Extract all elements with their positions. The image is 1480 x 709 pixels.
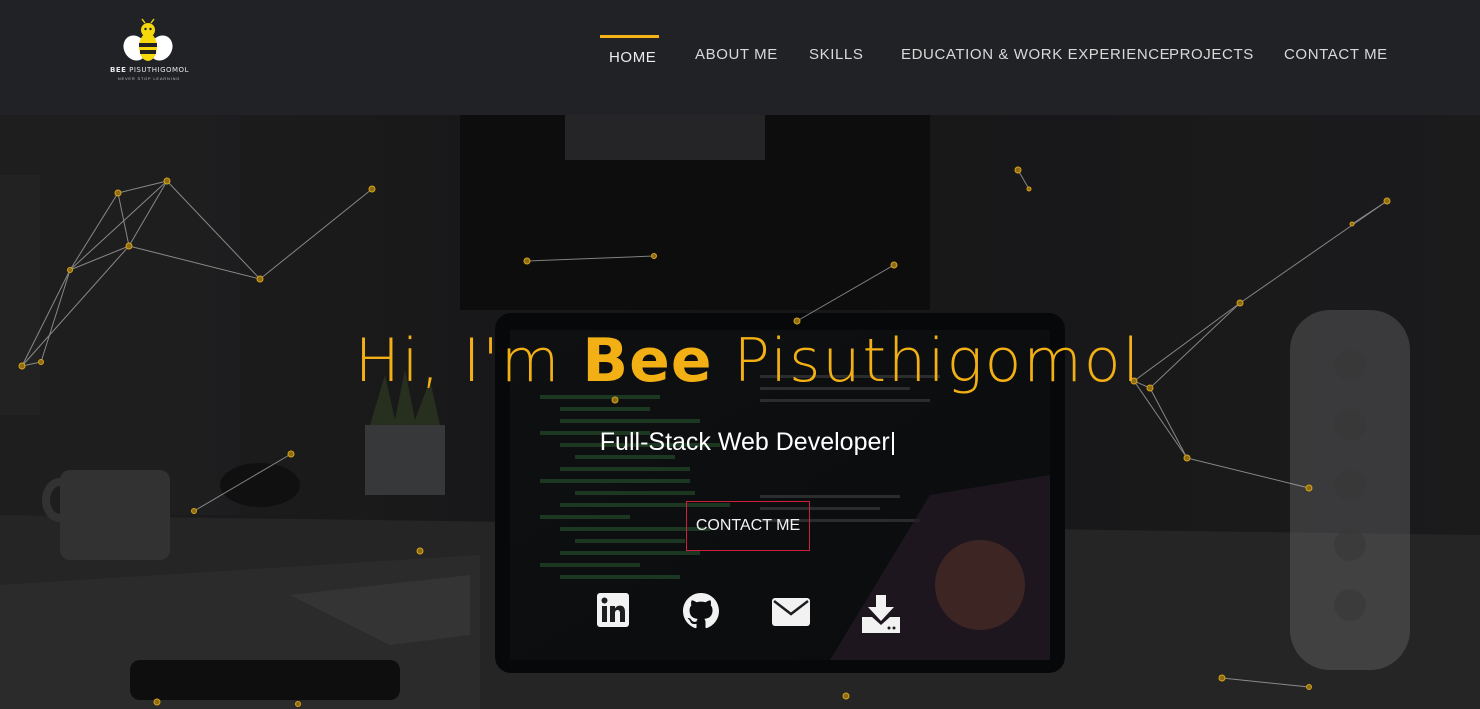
nav-about-me[interactable]: ABOUT ME	[695, 46, 778, 63]
hero-background	[0, 115, 1480, 709]
resume-download-link[interactable]	[862, 595, 900, 633]
email-icon	[772, 598, 810, 626]
email-link[interactable]	[772, 598, 810, 626]
page: BEE PISUTHIGOMOL NEVER STOP LEARNING HOM…	[0, 0, 1480, 709]
github-icon	[683, 593, 719, 629]
nav-skills[interactable]: SKILLS	[809, 46, 863, 63]
active-nav-indicator	[600, 35, 659, 38]
linkedin-icon	[597, 593, 629, 627]
hero-subtitle: Full-Stack Web Developer|	[599, 428, 897, 456]
hero-title: Hi, I'm Bee Pisuthigomol	[354, 326, 1142, 396]
linkedin-link[interactable]	[597, 593, 629, 627]
nav-contact-me[interactable]: CONTACT ME	[1284, 46, 1388, 63]
main-nav: HOME ABOUT ME SKILLS EDUCATION & WORK EX…	[0, 0, 1480, 115]
contact-me-button[interactable]: CONTACT ME	[686, 501, 810, 551]
nav-projects[interactable]: PROJECTS	[1169, 46, 1254, 63]
nav-home[interactable]: HOME	[609, 49, 656, 66]
download-icon	[862, 595, 900, 633]
site-header: BEE PISUTHIGOMOL NEVER STOP LEARNING HOM…	[0, 0, 1480, 115]
github-link[interactable]	[683, 593, 719, 629]
nav-education-work[interactable]: EDUCATION & WORK EXPERIENCE	[901, 46, 1170, 63]
hero-section: Hi, I'm Bee Pisuthigomol Full-Stack Web …	[0, 115, 1480, 709]
